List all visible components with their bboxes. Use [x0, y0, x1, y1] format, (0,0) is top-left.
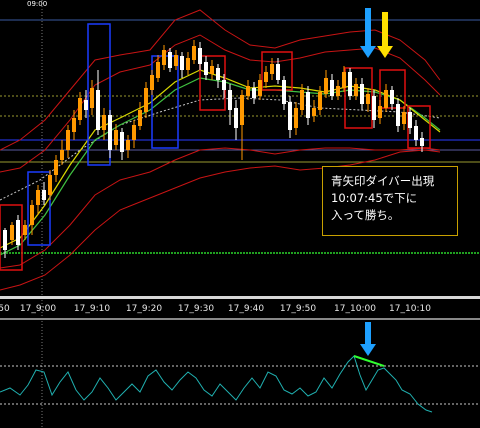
candle-body-40 [240, 95, 244, 125]
candle-body-22 [132, 125, 136, 140]
candle-body-48 [288, 102, 292, 130]
annotation-line-1: 青矢印ダイバー出現 [331, 174, 435, 188]
candle-body-18 [108, 115, 112, 150]
candle-body-33 [198, 48, 202, 64]
arrow-yellow-shaft [382, 12, 388, 48]
x-tick-label-4: 17_9:20 [126, 304, 162, 314]
candle-body-6 [36, 190, 40, 205]
arrow-osc-blue-head [360, 344, 376, 356]
x-tick-label-8: 17_10:00 [334, 304, 376, 314]
candle-body-28 [168, 52, 172, 68]
candle-body-20 [120, 132, 124, 152]
axis-band-top [0, 296, 480, 299]
candle-body-8 [48, 175, 52, 195]
candle-body-19 [114, 130, 118, 145]
candle-body-44 [264, 72, 268, 82]
annotation-line-2: 10:07:45で下に [331, 191, 418, 205]
candle-body-36 [216, 68, 220, 80]
x-tick-label-3: 17_9:10 [74, 304, 110, 314]
top-timestamp: 09:00 [27, 0, 48, 8]
candle-body-24 [144, 88, 148, 112]
candle-body-25 [150, 75, 154, 90]
candle-body-46 [276, 64, 280, 80]
candle-body-41 [246, 86, 250, 96]
x-tick-label-6: 17_9:40 [228, 304, 264, 314]
candle-body-34 [204, 62, 208, 75]
candle-body-52 [312, 108, 316, 116]
candle-body-26 [156, 62, 160, 78]
candle-body-13 [78, 98, 82, 120]
candle-body-50 [300, 90, 304, 110]
candle-body-43 [258, 80, 262, 96]
candle-body-51 [306, 92, 310, 118]
candle-body-5 [30, 205, 34, 225]
x-tick-label-5: 17_9:30 [178, 304, 214, 314]
candle-body-27 [162, 50, 166, 65]
candle-body-39 [234, 108, 238, 128]
axis-band-bottom [0, 318, 480, 320]
arrow-blue-shaft [365, 8, 371, 48]
candle-body-54 [324, 78, 328, 94]
candle-body-17 [102, 115, 106, 130]
range-box-4 [151, 55, 179, 149]
candle-body-57 [342, 72, 346, 88]
candle-body-29 [174, 55, 178, 66]
x-tick-label-9: 17_10:10 [389, 304, 431, 314]
candle-body-67 [402, 112, 406, 124]
divergence-line [353, 355, 385, 367]
arrow-osc-blue-shaft [365, 322, 371, 346]
x-tick-label-7: 17_9:50 [280, 304, 316, 314]
candle-body-55 [330, 80, 334, 96]
candle-body-56 [336, 86, 340, 96]
candle-body-37 [222, 80, 226, 90]
candle-body-23 [138, 110, 142, 126]
x-tick-label-2: 17_9:00 [20, 304, 56, 314]
candle-body-32 [192, 46, 196, 60]
x-tick-label-1: 50 [0, 304, 10, 314]
candle-body-4 [23, 225, 27, 235]
candle-body-49 [294, 108, 298, 128]
candle-body-65 [390, 90, 394, 104]
candle-body-14 [84, 100, 88, 110]
candle-body-1 [3, 230, 7, 250]
candle-body-38 [228, 90, 232, 110]
candle-body-58 [348, 72, 352, 96]
candle-body-16 [96, 90, 100, 130]
candle-body-62 [372, 96, 376, 120]
candle-body-31 [186, 58, 190, 70]
candle-body-10 [60, 150, 64, 160]
candle-body-66 [396, 104, 400, 126]
candle-body-63 [378, 106, 382, 118]
arrow-blue-head [360, 46, 376, 58]
candle-body-7 [42, 190, 46, 200]
arrow-yellow-head [377, 46, 393, 58]
candle-body-21 [126, 140, 130, 150]
candle-body-2 [10, 225, 14, 240]
annotation-box: 青矢印ダイバー出現 10:07:45で下に 入って勝ち。 [322, 166, 458, 236]
candle-body-60 [360, 84, 364, 104]
candle-body-45 [270, 64, 274, 74]
candle-body-53 [318, 92, 322, 110]
candle-body-12 [72, 118, 76, 132]
candle-body-11 [66, 130, 70, 150]
candle-body-30 [180, 56, 184, 70]
candle-body-9 [54, 160, 58, 175]
candle-body-69 [414, 126, 418, 140]
candle-body-15 [90, 88, 94, 108]
candle-body-61 [366, 94, 370, 104]
annotation-line-3: 入って勝ち。 [331, 208, 400, 222]
candle-body-3 [16, 220, 20, 245]
candle-body-35 [210, 66, 214, 74]
candle-body-68 [408, 112, 412, 128]
candle-body-70 [420, 138, 424, 146]
candle-body-59 [354, 84, 358, 96]
candle-body-42 [252, 88, 256, 98]
candle-body-47 [282, 80, 286, 104]
candle-body-64 [384, 90, 388, 108]
